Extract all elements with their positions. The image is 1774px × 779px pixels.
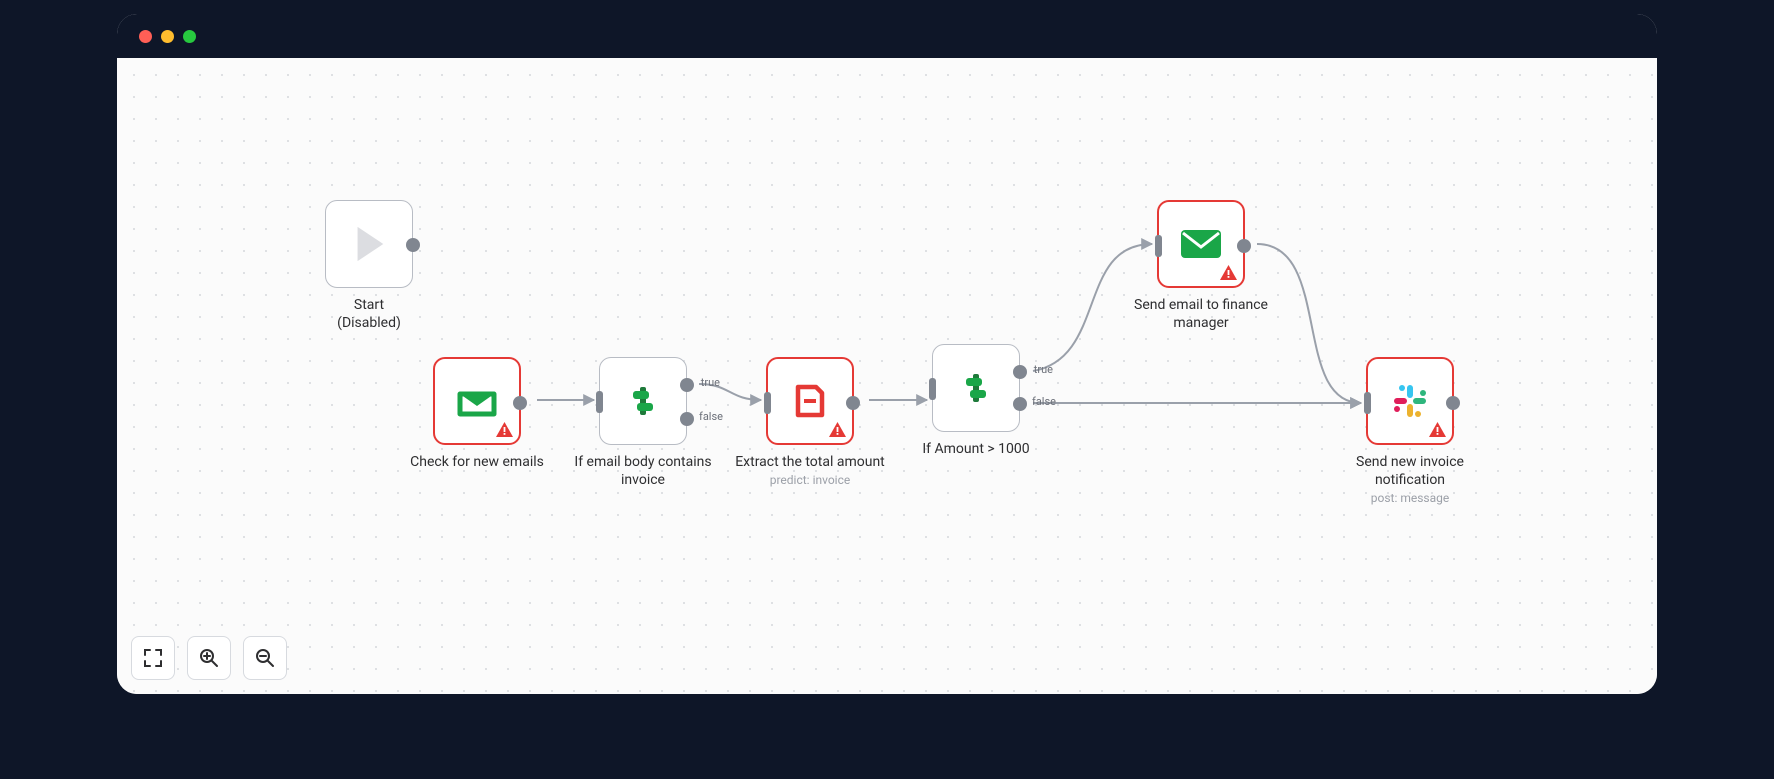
node-if-amount-label: If Amount > 1000 [891, 440, 1061, 458]
envelope-icon [1179, 228, 1223, 260]
app-window: Start (Disabled) Check for new emails [117, 14, 1657, 694]
node-extract-total-sublabel: predict: invoice [725, 473, 895, 487]
alert-icon [1429, 422, 1446, 437]
node-send-email[interactable]: Send email to finance manager [1157, 200, 1245, 332]
zoom-in-button[interactable] [187, 636, 231, 680]
slack-icon [1390, 381, 1430, 421]
alert-icon [1220, 265, 1237, 280]
port-true-label: true [701, 376, 720, 389]
node-if-amount[interactable]: true false If Amount > 1000 [932, 344, 1020, 458]
node-send-slack-label: Send new invoice notification [1325, 453, 1495, 489]
node-if-body-box[interactable]: true false [599, 357, 687, 445]
port-in[interactable] [596, 391, 603, 413]
port-in[interactable] [1364, 392, 1371, 414]
port-out-false[interactable] [680, 412, 694, 426]
node-send-slack-box[interactable] [1366, 357, 1454, 445]
node-send-slack[interactable]: Send new invoice notification post: mess… [1366, 357, 1454, 505]
port-out[interactable] [1237, 239, 1251, 253]
port-out-true[interactable] [1013, 365, 1027, 379]
workflow-canvas[interactable]: Start (Disabled) Check for new emails [117, 58, 1657, 694]
node-check-emails-box[interactable] [433, 357, 521, 445]
node-start-box[interactable] [325, 200, 413, 288]
node-send-email-label: Send email to finance manager [1116, 296, 1286, 332]
node-extract-total-box[interactable] [766, 357, 854, 445]
zoom-in-icon [199, 648, 219, 668]
port-true-label: true [1034, 363, 1053, 376]
alert-icon [829, 422, 846, 437]
branch-icon [956, 368, 996, 408]
node-check-emails-label: Check for new emails [392, 453, 562, 471]
fit-view-button[interactable] [131, 636, 175, 680]
zoom-out-icon [255, 648, 275, 668]
port-out-false[interactable] [1013, 397, 1027, 411]
port-out-true[interactable] [680, 378, 694, 392]
node-if-amount-box[interactable]: true false [932, 344, 1020, 432]
window-minimize-icon[interactable] [161, 30, 174, 43]
node-if-body[interactable]: true false If email body contains invoic… [599, 357, 687, 489]
node-start-label: Start (Disabled) [284, 296, 454, 332]
port-false-label: false [699, 410, 723, 423]
port-in[interactable] [1155, 235, 1162, 257]
node-extract-total-label: Extract the total amount [725, 453, 895, 471]
window-titlebar [117, 14, 1657, 58]
node-send-slack-sublabel: post: message [1325, 491, 1495, 505]
node-start[interactable]: Start (Disabled) [325, 200, 413, 332]
inbox-icon [456, 384, 498, 418]
port-out[interactable] [846, 396, 860, 410]
port-out[interactable] [513, 396, 527, 410]
window-maximize-icon[interactable] [183, 30, 196, 43]
port-in[interactable] [764, 392, 771, 414]
node-extract-total[interactable]: Extract the total amount predict: invoic… [766, 357, 854, 487]
canvas-toolbar [131, 636, 287, 680]
port-out[interactable] [406, 238, 420, 252]
fullscreen-icon [143, 648, 163, 668]
node-send-email-box[interactable] [1157, 200, 1245, 288]
extract-icon [790, 381, 830, 421]
play-icon [351, 224, 387, 264]
port-false-label: false [1032, 395, 1056, 408]
zoom-out-button[interactable] [243, 636, 287, 680]
alert-icon [496, 422, 513, 437]
port-out[interactable] [1446, 396, 1460, 410]
node-check-emails[interactable]: Check for new emails [433, 357, 521, 471]
port-in[interactable] [929, 378, 936, 400]
node-if-body-label: If email body contains invoice [558, 453, 728, 489]
window-close-icon[interactable] [139, 30, 152, 43]
branch-icon [623, 381, 663, 421]
